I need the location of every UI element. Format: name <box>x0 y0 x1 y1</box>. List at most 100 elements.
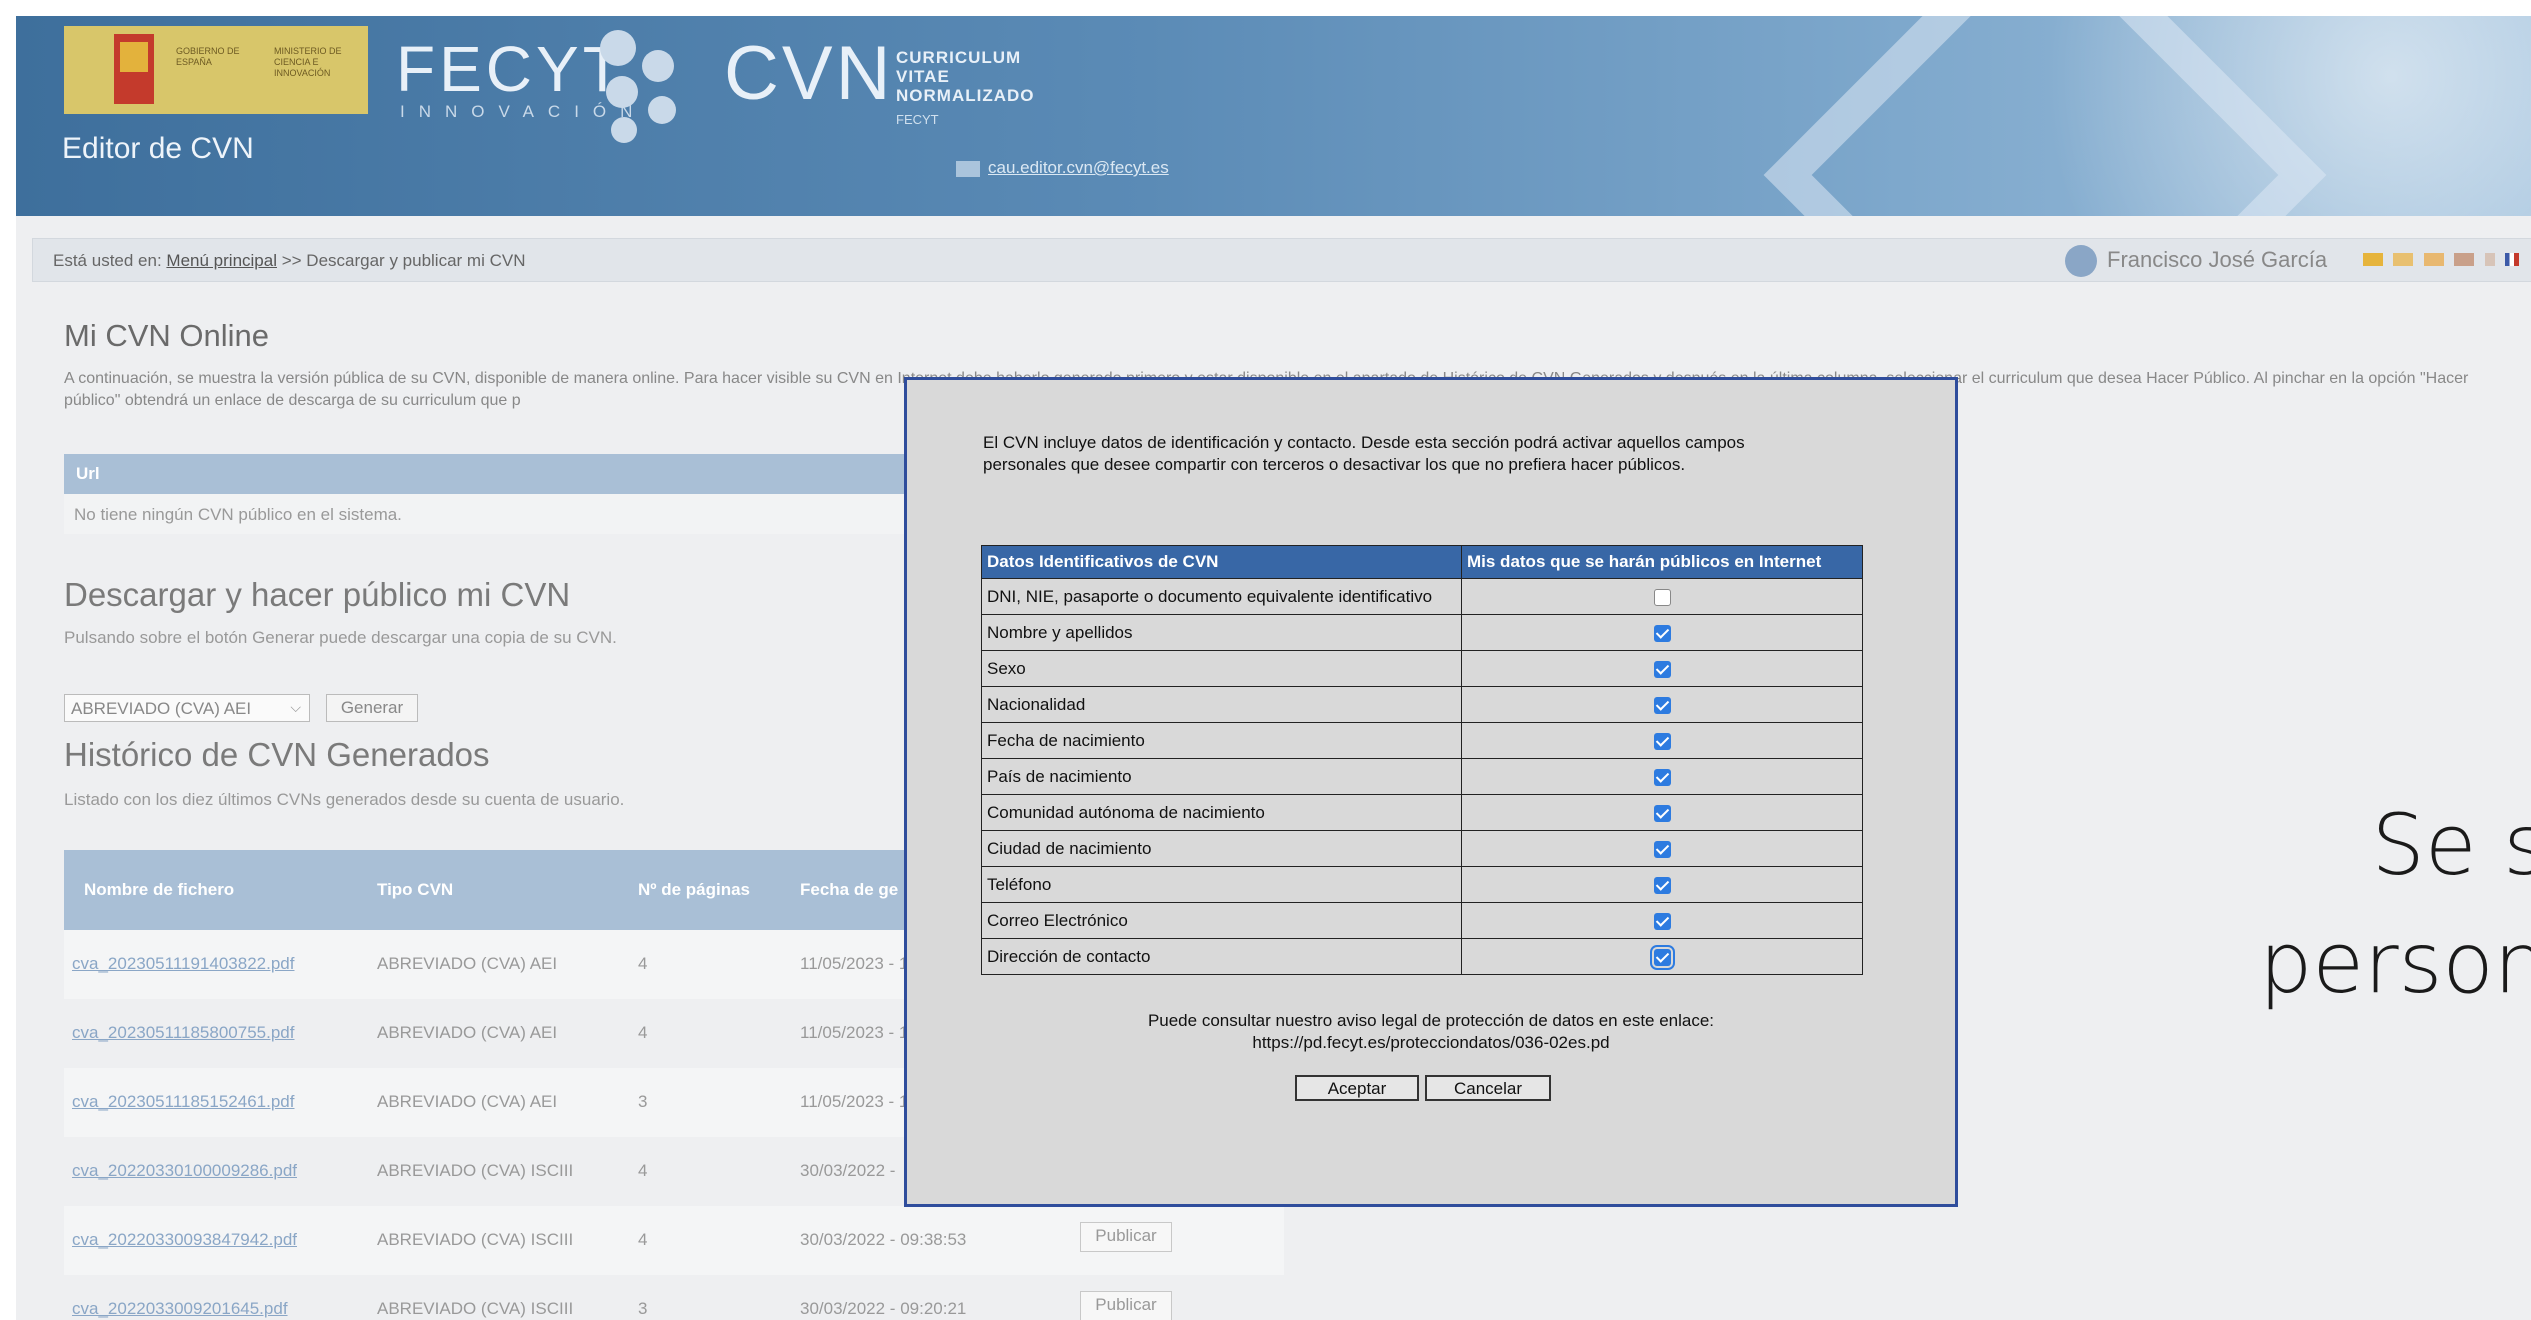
cell-pages: 4 <box>638 954 648 973</box>
privacy-col-fields: Datos Identificativos de CVN <box>981 545 1462 579</box>
file-link[interactable]: cva_2022033009201645.pdf <box>72 1299 288 1319</box>
table-row: cva_20220330093847942.pdf ABREVIADO (CVA)… <box>64 1206 1284 1275</box>
privacy-settings-dialog: El CVN incluye datos de identificación y… <box>904 377 1958 1207</box>
dialog-buttons: Aceptar Cancelar <box>1295 1075 1557 1101</box>
cell-date: 30/03/2022 - 09:20:21 <box>800 1299 967 1318</box>
privacy-field-label: DNI, NIE, pasaporte o documento equivale… <box>981 578 1462 615</box>
envelope-icon <box>956 160 980 177</box>
cell-type: ABREVIADO (CVA) AEI <box>377 1092 558 1111</box>
url-table-row: No tiene ningún CVN público en el sistem… <box>64 494 944 534</box>
public-checkbox[interactable] <box>1653 660 1671 678</box>
cell-date: 11/05/2023 - 1 <box>800 1092 909 1111</box>
basque-flag-icon[interactable] <box>2484 253 2495 266</box>
file-link[interactable]: cva_20230511185800755.pdf <box>72 1023 294 1043</box>
publish-button[interactable]: Publicar <box>1080 1222 1172 1252</box>
privacy-field-label: Dirección de contacto <box>981 938 1462 975</box>
public-checkbox[interactable] <box>1653 876 1671 894</box>
file-link[interactable]: cva_20220330100009286.pdf <box>72 1161 297 1181</box>
privacy-row: Teléfono <box>981 866 1863 903</box>
public-checkbox[interactable] <box>1653 804 1671 822</box>
cell-date: 11/05/2023 - 1 <box>800 1023 909 1042</box>
privacy-row: Nombre y apellidos <box>981 614 1863 651</box>
french-flag-icon[interactable] <box>2505 253 2520 266</box>
file-link[interactable]: cva_20230511185152461.pdf <box>72 1092 294 1112</box>
privacy-field-label: Ciudad de nacimiento <box>981 830 1462 867</box>
side-slide-text: Se s person <box>2259 796 2531 1012</box>
generate-button[interactable]: Generar <box>326 694 418 722</box>
privacy-field-label: Comunidad autónoma de nacimiento <box>981 794 1462 831</box>
editor-title: Editor de CVN <box>62 132 254 165</box>
public-checkbox[interactable] <box>1649 944 1675 970</box>
catalan-flag-icon[interactable] <box>2393 253 2414 266</box>
english-flag-icon[interactable] <box>2454 253 2475 266</box>
privacy-field-label: Teléfono <box>981 866 1462 903</box>
privacy-row: Ciudad de nacimiento <box>981 830 1863 867</box>
cell-type: ABREVIADO (CVA) AEI <box>377 1023 558 1042</box>
table-row: cva_2022033009201645.pdf ABREVIADO (CVA) … <box>64 1275 1284 1320</box>
public-checkbox[interactable] <box>1653 588 1671 606</box>
download-section-description: Pulsando sobre el botón Generar puede de… <box>64 628 617 647</box>
url-table-header: Url <box>64 454 944 494</box>
privacy-field-label: País de nacimiento <box>981 758 1462 795</box>
support-email-link[interactable]: cau.editor.cvn@fecyt.es <box>956 158 1169 178</box>
breadcrumb: Está usted en: Menú principal >> Descarg… <box>32 238 2531 282</box>
cvn-logo-subtitle: CURRICULUM VITAE NORMALIZADO <box>896 48 1035 105</box>
privacy-row: Correo Electrónico <box>981 902 1863 939</box>
privacy-field-label: Correo Electrónico <box>981 902 1462 939</box>
cell-date: 30/03/2022 - 09:38:53 <box>800 1230 967 1249</box>
accept-button[interactable]: Aceptar <box>1295 1075 1419 1101</box>
breadcrumb-main-menu-link[interactable]: Menú principal <box>166 251 277 270</box>
privacy-row: Sexo <box>981 650 1863 687</box>
public-checkbox[interactable] <box>1653 696 1671 714</box>
government-logo: GOBIERNO DE ESPAÑA MINISTERIO DE CIENCIA… <box>64 26 368 114</box>
history-section-title: Histórico de CVN Generados <box>64 736 490 773</box>
cell-pages: 4 <box>638 1161 648 1180</box>
user-avatar-icon <box>2065 245 2097 277</box>
legal-url[interactable]: https://pd.fecyt.es/protecciondatos/036-… <box>907 1032 1955 1054</box>
privacy-field-label: Sexo <box>981 650 1462 687</box>
cell-type: ABREVIADO (CVA) ISCIII <box>377 1161 574 1180</box>
cell-pages: 3 <box>638 1299 648 1318</box>
privacy-row: Comunidad autónoma de nacimiento <box>981 794 1863 831</box>
cvn-logo-brand: FECYT <box>896 112 939 127</box>
privacy-field-label: Fecha de nacimiento <box>981 722 1462 759</box>
legal-notice: Puede consultar nuestro aviso legal de p… <box>907 1010 1955 1054</box>
cell-pages: 4 <box>638 1023 648 1042</box>
cancel-button[interactable]: Cancelar <box>1425 1075 1551 1101</box>
public-checkbox[interactable] <box>1653 768 1671 786</box>
privacy-row: Dirección de contacto <box>981 938 1863 975</box>
publish-button[interactable]: Publicar <box>1080 1291 1172 1320</box>
fecyt-molecule-icon <box>600 30 676 143</box>
cvn-type-select[interactable]: ABREVIADO (CVA) AEI ⌵ <box>64 694 310 722</box>
cell-date: 30/03/2022 - <box>800 1161 896 1180</box>
file-link[interactable]: cva_20230511191403822.pdf <box>72 954 294 974</box>
dialog-intro-text: El CVN incluye datos de identificación y… <box>983 433 1745 474</box>
galician-flag-icon[interactable] <box>2423 253 2444 266</box>
public-checkbox[interactable] <box>1653 840 1671 858</box>
public-checkbox[interactable] <box>1653 732 1671 750</box>
download-section-title: Descargar y hacer público mi CVN <box>64 576 571 613</box>
site-header: GOBIERNO DE ESPAÑA MINISTERIO DE CIENCIA… <box>16 16 2531 216</box>
public-checkbox[interactable] <box>1653 912 1671 930</box>
privacy-field-label: Nacionalidad <box>981 686 1462 723</box>
privacy-fields-table: Datos Identificativos de CVN Mis datos q… <box>981 545 1863 975</box>
chevron-down-icon: ⌵ <box>290 699 301 715</box>
cell-type: ABREVIADO (CVA) ISCIII <box>377 1230 574 1249</box>
cell-type: ABREVIADO (CVA) AEI <box>377 954 558 973</box>
cell-date: 11/05/2023 - 1 <box>800 954 909 973</box>
privacy-field-label: Nombre y apellidos <box>981 614 1462 651</box>
privacy-row: DNI, NIE, pasaporte o documento equivale… <box>981 578 1863 615</box>
fecyt-logo-text: FECYT <box>396 33 626 105</box>
privacy-row: Fecha de nacimiento <box>981 722 1863 759</box>
public-checkbox[interactable] <box>1653 624 1671 642</box>
language-selector <box>2363 253 2525 271</box>
cell-type: ABREVIADO (CVA) ISCIII <box>377 1299 574 1318</box>
privacy-row: Nacionalidad <box>981 686 1863 723</box>
privacy-col-public: Mis datos que se harán públicos en Inter… <box>1461 545 1863 579</box>
cvn-logo-text: CVN <box>724 31 894 116</box>
cell-pages: 3 <box>638 1092 648 1111</box>
file-link[interactable]: cva_20220330093847942.pdf <box>72 1230 297 1250</box>
user-menu[interactable]: Francisco José García <box>2065 245 2327 277</box>
spanish-flag-icon[interactable] <box>2363 253 2383 266</box>
online-cvn-title: Mi CVN Online <box>64 318 269 353</box>
